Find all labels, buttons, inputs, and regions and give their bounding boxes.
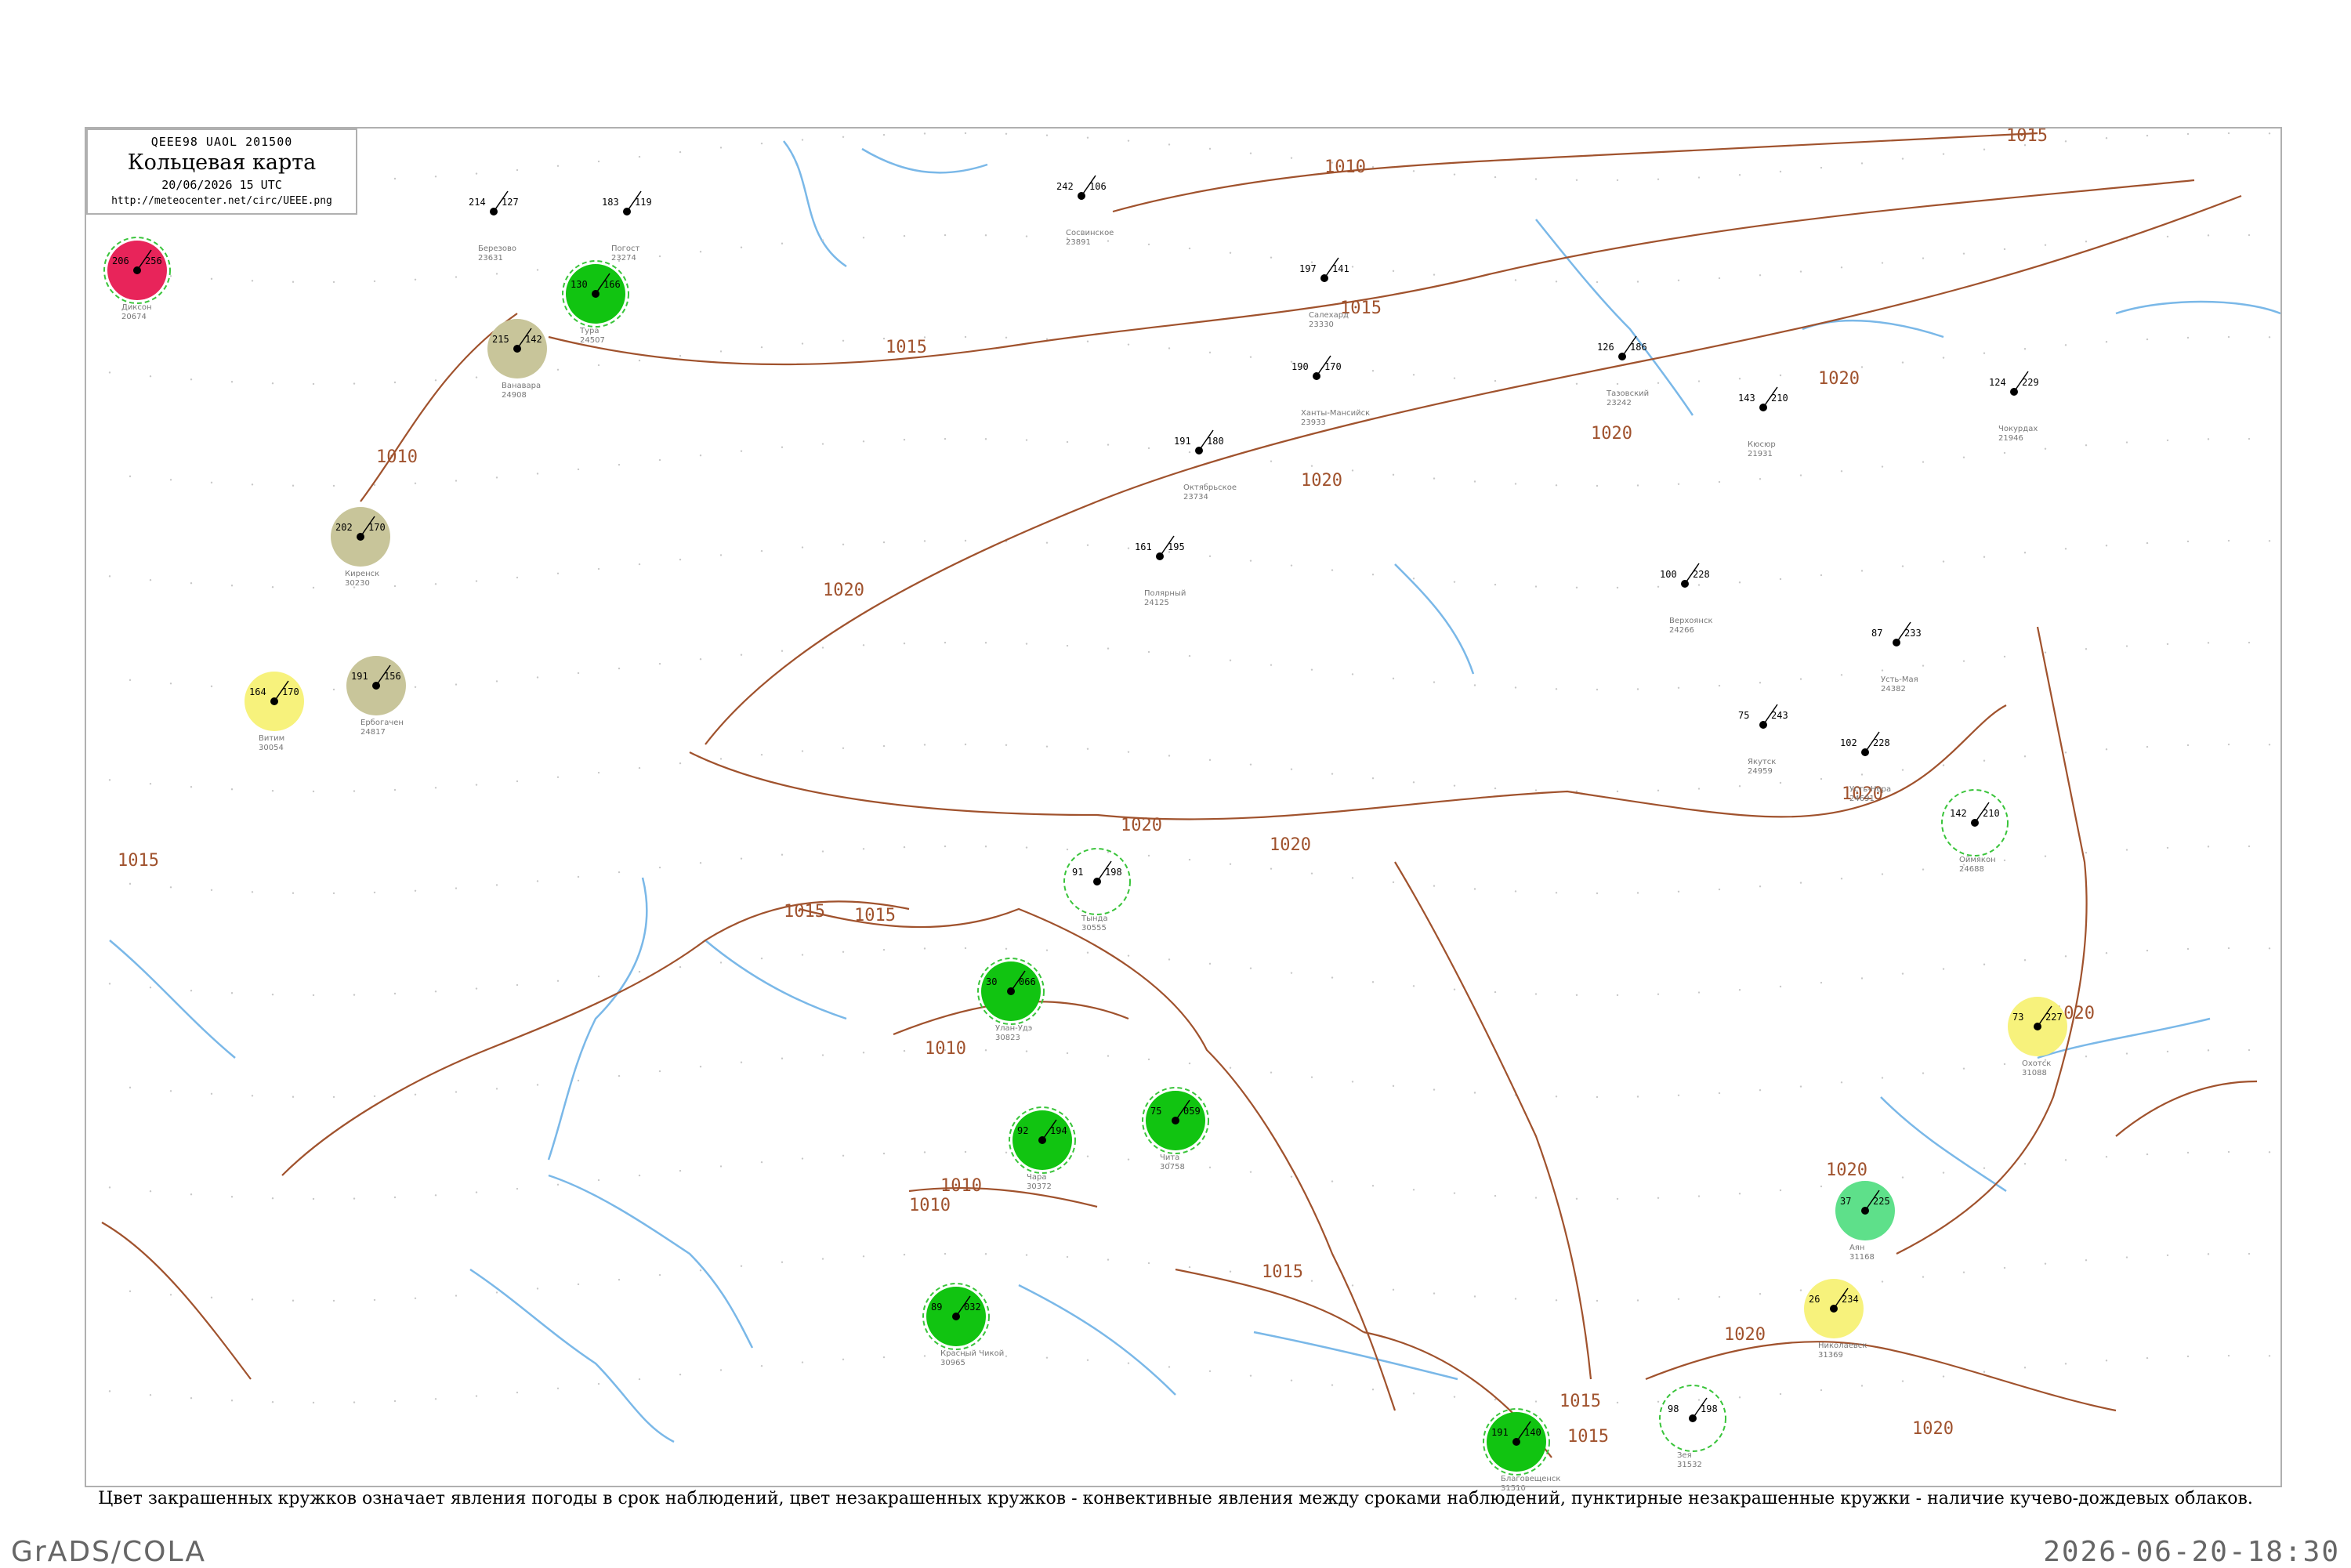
- legend-code: QEEE98 UAOL 201500: [150, 135, 293, 149]
- footer-software: GrADS/COLA: [11, 1536, 207, 1568]
- footer-timestamp: 2026-06-20-18:30: [2043, 1536, 2340, 1568]
- map-footnote: Цвет закрашенных кружков означает явлени…: [98, 1489, 2253, 1508]
- map-legend: QEEE98 UAOL 201500 Кольцевая карта 20/06…: [86, 129, 357, 215]
- map-frame: [85, 127, 2282, 1487]
- legend-title: Кольцевая карта: [127, 150, 317, 175]
- legend-date: 20/06/2026 15 UTC: [161, 178, 282, 192]
- legend-url[interactable]: http://meteocenter.net/circ/UEEE.png: [88, 195, 356, 207]
